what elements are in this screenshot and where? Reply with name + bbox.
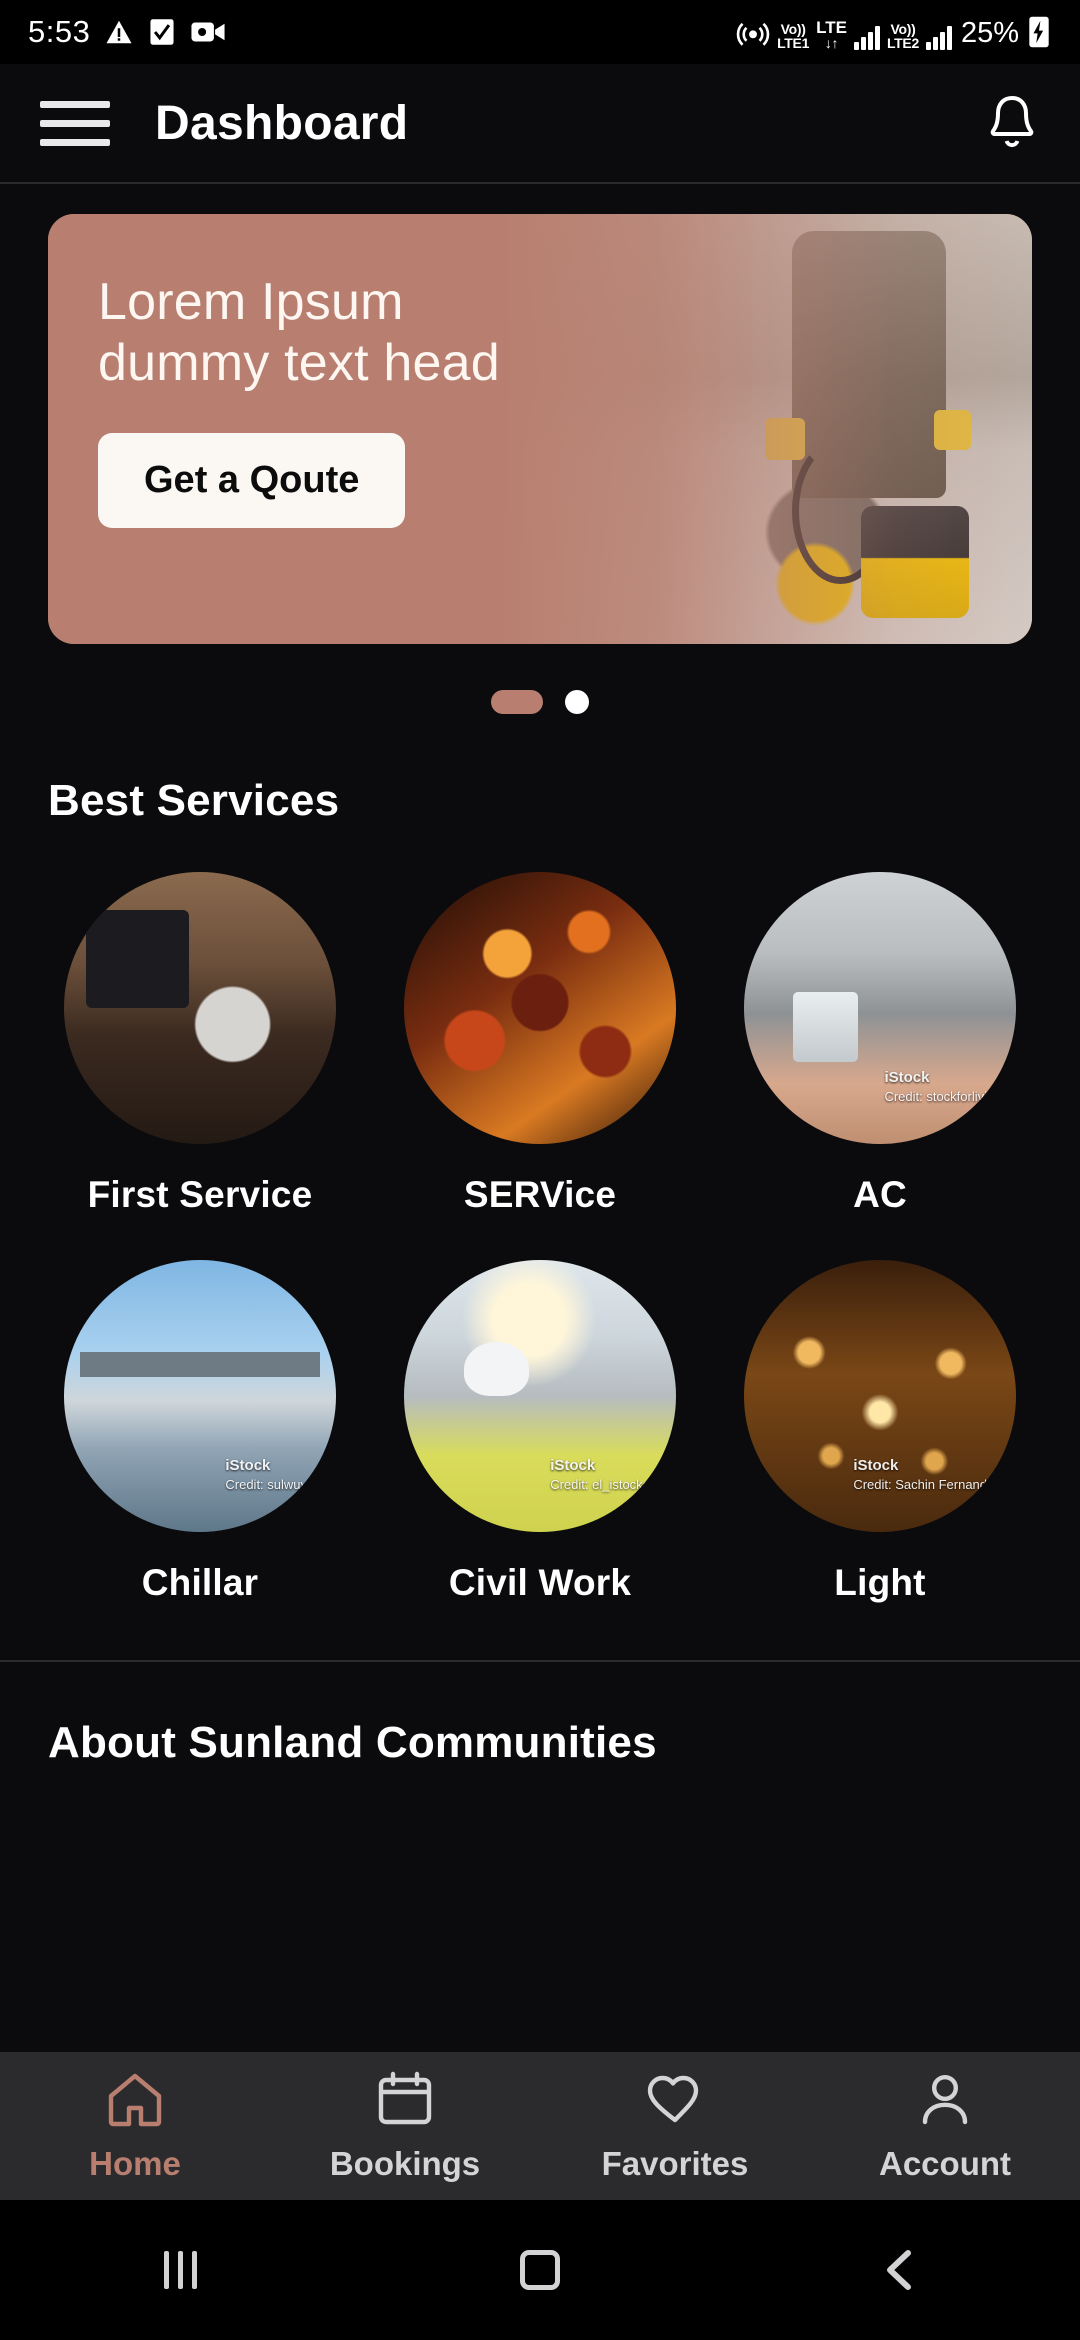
about-section: About Sunland Communities — [0, 1660, 1080, 1768]
banner-content: Lorem Ipsum dummy text head Get a Qoute — [48, 214, 1032, 644]
service-label: Chillar — [141, 1562, 259, 1603]
hotspot-icon — [736, 16, 770, 50]
service-card-civil-work[interactable]: iStock Credit: el_istocker Civil Work — [370, 1260, 710, 1604]
sim1-indicator: Vo)) LTE1 — [777, 21, 810, 51]
back-chevron-icon[interactable] — [720, 2247, 1080, 2293]
get-a-quote-button[interactable]: Get a Qoute — [98, 432, 406, 528]
battery-percent-label: 25% — [960, 17, 1019, 49]
service-image: iStock Credit: stockforlivin — [744, 872, 1016, 1144]
lte-data-indicator: LTE ↓↑ — [816, 18, 847, 51]
carousel-pagination — [0, 690, 1080, 714]
status-bar: 5:53 Vo)) LTE1 LTE ↓↑ Vo)) LTE2 25% — [0, 0, 1080, 64]
image-credit-brand: iStock — [225, 1457, 271, 1475]
recents-icon[interactable] — [0, 2251, 360, 2289]
signal-bars-sim1-icon — [853, 26, 880, 50]
service-label: AC — [853, 1174, 907, 1215]
bottom-navigation-bar: Home Bookings Favorites Account — [0, 2052, 1080, 2200]
app-header: Dashboard — [0, 64, 1080, 184]
service-image: iStock Credit: el_istocker — [404, 1260, 676, 1532]
image-credit-line: Credit: Sachin Fernando — [853, 1477, 995, 1493]
about-section-title: About Sunland Communities — [48, 1718, 657, 1767]
warning-triangle-icon — [104, 17, 134, 47]
system-navigation-bar — [0, 2200, 1080, 2340]
nav-item-bookings[interactable]: Bookings — [270, 2070, 540, 2183]
bell-icon[interactable] — [984, 92, 1040, 154]
service-card-first-service[interactable]: First Service — [30, 872, 370, 1216]
signal-bars-sim2-icon — [925, 26, 952, 50]
page-title: Dashboard — [155, 96, 409, 150]
nav-item-favorites[interactable]: Favorites — [540, 2070, 810, 2183]
nav-label: Favorites — [601, 2144, 749, 2182]
status-bar-right: Vo)) LTE1 LTE ↓↑ Vo)) LTE2 25% — [736, 14, 1052, 50]
app-screen: 5:53 Vo)) LTE1 LTE ↓↑ Vo)) LTE2 25% Dash… — [0, 0, 1080, 2340]
video-camera-icon — [190, 19, 226, 45]
person-icon — [917, 2070, 973, 2133]
image-credit-brand: iStock — [550, 1457, 596, 1475]
carousel-dot-1[interactable] — [491, 690, 543, 714]
image-credit-brand: iStock — [884, 1069, 930, 1087]
battery-charging-icon — [1026, 14, 1052, 50]
image-credit-line: Credit: stockforlivin — [884, 1089, 995, 1105]
home-square-icon[interactable] — [360, 2250, 720, 2290]
services-grid: First Service SERVice iStock Credit: sto… — [0, 826, 1080, 1604]
status-bar-clock: 5:53 — [28, 14, 91, 49]
service-image: iStock Credit: Sachin Fernando — [744, 1260, 1016, 1532]
heart-icon — [644, 2070, 706, 2133]
promo-banner[interactable]: Lorem Ipsum dummy text head Get a Qoute — [48, 214, 1032, 644]
service-label: Light — [834, 1562, 926, 1603]
nav-label: Home — [89, 2144, 181, 2182]
banner-headline-line2: dummy text head — [98, 334, 500, 393]
service-image — [64, 872, 336, 1144]
service-image: iStock Credit: sulwuya — [64, 1260, 336, 1532]
service-image — [404, 872, 676, 1144]
nav-item-account[interactable]: Account — [810, 2070, 1080, 2183]
banner-headline: Lorem Ipsum dummy text head — [98, 272, 658, 395]
image-credit-line: Credit: el_istocker — [550, 1477, 655, 1493]
banner-headline-line1: Lorem Ipsum — [98, 273, 404, 331]
carousel-dot-2[interactable] — [565, 690, 589, 714]
nav-label: Bookings — [329, 2144, 481, 2182]
image-credit: iStock Credit: sulwuya — [225, 1456, 314, 1494]
image-credit-line: Credit: sulwuya — [225, 1477, 315, 1493]
sim2-indicator: Vo)) LTE2 — [886, 21, 919, 51]
service-label: First Service — [87, 1174, 313, 1215]
service-label: SERVice — [463, 1174, 617, 1215]
status-bar-left: 5:53 — [28, 14, 226, 50]
service-label: Civil Work — [448, 1562, 632, 1603]
promo-banner-wrapper: Lorem Ipsum dummy text head Get a Qoute — [0, 184, 1080, 644]
image-credit: iStock Credit: stockforlivin — [884, 1068, 994, 1106]
service-card-light[interactable]: iStock Credit: Sachin Fernando Light — [710, 1260, 1050, 1604]
service-card-service[interactable]: SERVice — [370, 872, 710, 1216]
home-icon — [103, 2070, 167, 2133]
service-card-ac[interactable]: iStock Credit: stockforlivin AC — [710, 872, 1050, 1216]
calendar-icon — [375, 2070, 435, 2133]
service-card-chillar[interactable]: iStock Credit: sulwuya Chillar — [30, 1260, 370, 1604]
scroll-content: Lorem Ipsum dummy text head Get a Qoute … — [0, 184, 1080, 2340]
checkbox-checked-icon — [148, 17, 176, 47]
image-credit: iStock Credit: el_istocker — [550, 1456, 654, 1494]
nav-label: Account — [879, 2144, 1011, 2182]
nav-item-home[interactable]: Home — [0, 2070, 270, 2183]
hamburger-menu-icon[interactable] — [40, 100, 110, 146]
best-services-title: Best Services — [48, 776, 340, 825]
image-credit-brand: iStock — [853, 1457, 899, 1475]
image-credit: iStock Credit: Sachin Fernando — [853, 1456, 994, 1494]
